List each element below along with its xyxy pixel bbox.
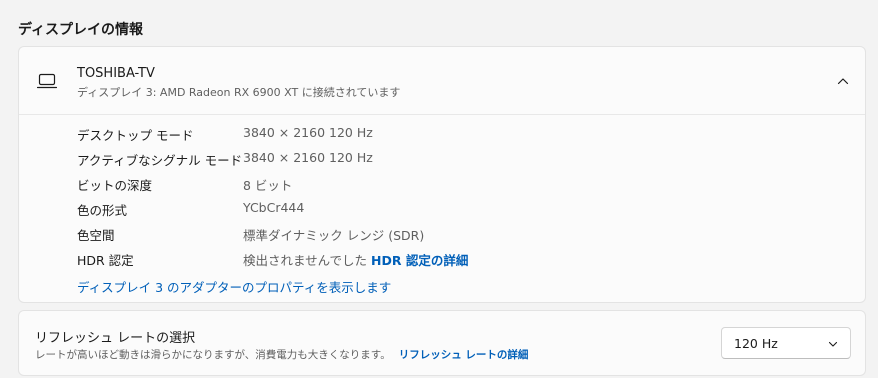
info-value: YCbCr444 xyxy=(243,200,305,215)
refresh-rate-description-group: レートが高いほど動きは滑らかになりますが、消費電力も大きくなります。 リフレッシュ… xyxy=(35,347,528,362)
info-value-group: 検出されませんでした HDR 認定の詳細 xyxy=(243,250,468,269)
info-row-color-space: 色空間 標準ダイナミック レンジ (SDR) xyxy=(77,225,857,243)
info-value: 標準ダイナミック レンジ (SDR) xyxy=(243,228,425,243)
info-row-color-format: 色の形式 YCbCr444 xyxy=(77,200,857,218)
monitor-icon xyxy=(36,73,58,89)
adapter-properties-link[interactable]: ディスプレイ 3 のアダプターのプロパティを表示します xyxy=(77,277,391,296)
hdr-certification-link[interactable]: HDR 認定の詳細 xyxy=(371,253,468,268)
chevron-down-icon xyxy=(828,341,838,347)
info-row-bit-depth: ビットの深度 8 ビット xyxy=(77,175,857,193)
refresh-rate-dropdown[interactable]: 120 Hz xyxy=(721,327,851,359)
info-row-hdr-certification: HDR 認定 検出されませんでした HDR 認定の詳細 xyxy=(77,250,857,268)
info-label: 色の形式 xyxy=(77,203,128,218)
section-title: ディスプレイの情報 xyxy=(18,22,144,38)
refresh-rate-details-link[interactable]: リフレッシュ レートの詳細 xyxy=(399,349,529,361)
info-value: 3840 × 2160 120 Hz xyxy=(243,150,373,165)
display-header[interactable]: TOSHIBA-TV ディスプレイ 3: AMD Radeon RX 6900 … xyxy=(19,47,865,115)
info-label: 色空間 xyxy=(77,228,115,243)
info-label: HDR 認定 xyxy=(77,253,134,268)
device-subtitle: ディスプレイ 3: AMD Radeon RX 6900 XT に接続されていま… xyxy=(77,86,401,99)
info-label: デスクトップ モード xyxy=(77,128,194,143)
info-row-desktop-mode: デスクトップ モード 3840 × 2160 120 Hz xyxy=(77,125,857,143)
info-value: 8 ビット xyxy=(243,178,293,193)
info-value: 3840 × 2160 120 Hz xyxy=(243,125,373,140)
refresh-rate-description: レートが高いほど動きは滑らかになりますが、消費電力も大きくなります。 xyxy=(35,349,391,361)
info-label: アクティブなシグナル モード xyxy=(77,153,243,168)
display-info-card: TOSHIBA-TV ディスプレイ 3: AMD Radeon RX 6900 … xyxy=(18,46,866,303)
device-name: TOSHIBA-TV xyxy=(77,66,155,81)
info-label: ビットの深度 xyxy=(77,178,153,193)
refresh-rate-card: リフレッシュ レートの選択 レートが高いほど動きは滑らかになりますが、消費電力も… xyxy=(18,310,866,376)
refresh-rate-title: リフレッシュ レートの選択 xyxy=(35,331,196,346)
refresh-rate-selected-value: 120 Hz xyxy=(734,336,778,351)
chevron-up-icon[interactable] xyxy=(835,73,851,89)
info-value: 検出されませんでした xyxy=(243,253,368,268)
info-row-active-signal-mode: アクティブなシグナル モード 3840 × 2160 120 Hz xyxy=(77,150,857,168)
